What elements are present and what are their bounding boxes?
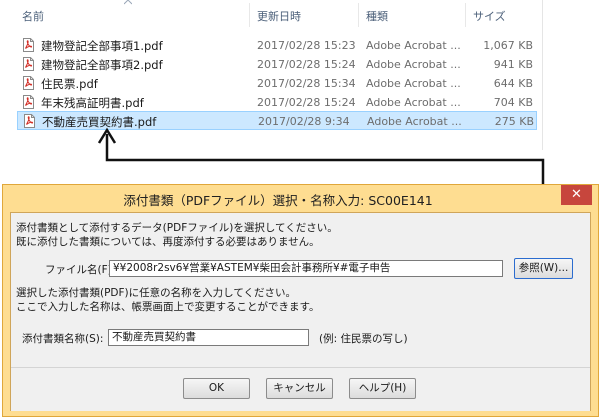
pdf-file-icon: [23, 95, 34, 109]
ok-button[interactable]: OK: [183, 378, 250, 399]
attachment-dialog: 添付書類（PDFファイル）選択・名称入力: SC00E141 ✕ 添付書類として…: [2, 184, 599, 417]
file-date: 2017/02/28 15:24: [257, 58, 356, 71]
instruction-name-line2: ここで入力した名称は、帳票画面上で変更することができます。: [16, 301, 320, 313]
file-type: Adobe Acrobat ...: [366, 39, 461, 52]
file-row[interactable]: 不動産売買契約書.pdf 2017/02/28 9:34 Adobe Acrobat…: [17, 111, 537, 130]
file-date: 2017/02/28 15:34: [257, 77, 356, 90]
dialog-titlebar[interactable]: 添付書類（PDFファイル）選択・名称入力: SC00E141 ✕: [3, 185, 598, 211]
file-row[interactable]: 建物登記全部事項2.pdf 2017/02/28 15:24 Adobe Acrob…: [17, 55, 537, 74]
file-name: 年末残高証明書.pdf: [41, 96, 144, 110]
file-name: 不動産売買契約書.pdf: [42, 115, 157, 129]
column-header-type[interactable]: 種類: [366, 8, 388, 24]
file-date: 2017/02/28 9:34: [258, 115, 350, 128]
file-date: 2017/02/28 15:24: [257, 96, 356, 109]
column-divider[interactable]: [465, 3, 466, 27]
help-button[interactable]: ヘルプ(H): [349, 378, 416, 399]
column-header-date[interactable]: 更新日時: [257, 8, 301, 24]
file-type: Adobe Acrobat ...: [366, 96, 461, 109]
close-icon: ✕: [571, 187, 582, 202]
cancel-button[interactable]: キャンセル: [266, 378, 333, 399]
browse-button[interactable]: 参照(W)...: [514, 258, 573, 279]
attachment-name-input[interactable]: 不動産売買契約書: [108, 329, 309, 346]
file-name-label: ファイル名(F):: [45, 264, 116, 276]
instruction-select-line1: 添付書類として添付するデータ(PDFファイル)を選択してください。: [16, 222, 338, 234]
file-size: 1,067 KB: [483, 39, 533, 52]
file-size: 941 KB: [493, 58, 533, 71]
pdf-file-icon: [23, 57, 34, 71]
file-type: Adobe Acrobat ...: [367, 115, 462, 128]
pdf-file-icon: [23, 38, 34, 52]
column-header-name[interactable]: 名前: [22, 8, 44, 24]
button-bar: OK キャンセル ヘルプ(H): [11, 367, 590, 411]
column-divider[interactable]: [249, 3, 250, 27]
column-header-size[interactable]: サイズ: [473, 8, 506, 24]
file-name: 住民票.pdf: [41, 77, 98, 91]
example-hint: (例: 住民票の写し): [319, 333, 408, 345]
instruction-name-line1: 選択した添付書類(PDF)に任意の名称を入力してください。: [16, 287, 297, 299]
file-name-input[interactable]: ¥¥2008r2sv6¥営業¥ASTEM¥柴田会計事務所¥#電子申告: [109, 260, 503, 277]
close-button[interactable]: ✕: [561, 185, 592, 205]
file-row[interactable]: 年末残高証明書.pdf 2017/02/28 15:24 Adobe Acrobat…: [17, 93, 537, 112]
file-name: 建物登記全部事項1.pdf: [41, 39, 163, 53]
pdf-file-icon: [23, 76, 34, 90]
dialog-title: 添付書類（PDFファイル）選択・名称入力: SC00E141: [123, 193, 433, 208]
file-name: 建物登記全部事項2.pdf: [41, 58, 163, 72]
file-size: 644 KB: [493, 77, 533, 90]
instruction-select-line2: 既に添付した書類については、再度添付する必要はありません。: [16, 236, 320, 248]
file-row[interactable]: 建物登記全部事項1.pdf 2017/02/28 15:23 Adobe Acrob…: [17, 36, 537, 55]
pdf-file-icon: [24, 114, 35, 128]
file-size: 704 KB: [493, 96, 533, 109]
column-header-row: 名前 更新日時 種類 サイズ: [0, 0, 542, 30]
file-type: Adobe Acrobat ...: [366, 77, 461, 90]
file-list-pane: 名前 更新日時 種類 サイズ 建物登記全部事項1.pdf 2017/02/28 1…: [0, 0, 543, 150]
dialog-body: 添付書類として添付するデータ(PDFファイル)を選択してください。 既に添付した…: [10, 212, 591, 411]
attachment-name-label: 添付書類名称(S):: [22, 333, 104, 345]
file-date: 2017/02/28 15:23: [257, 39, 356, 52]
column-divider[interactable]: [358, 3, 359, 27]
file-row[interactable]: 住民票.pdf 2017/02/28 15:34 Adobe Acrobat ...…: [17, 74, 537, 93]
file-size: 275 KB: [494, 115, 534, 128]
file-type: Adobe Acrobat ...: [366, 58, 461, 71]
sort-caret-icon: [124, 0, 132, 5]
